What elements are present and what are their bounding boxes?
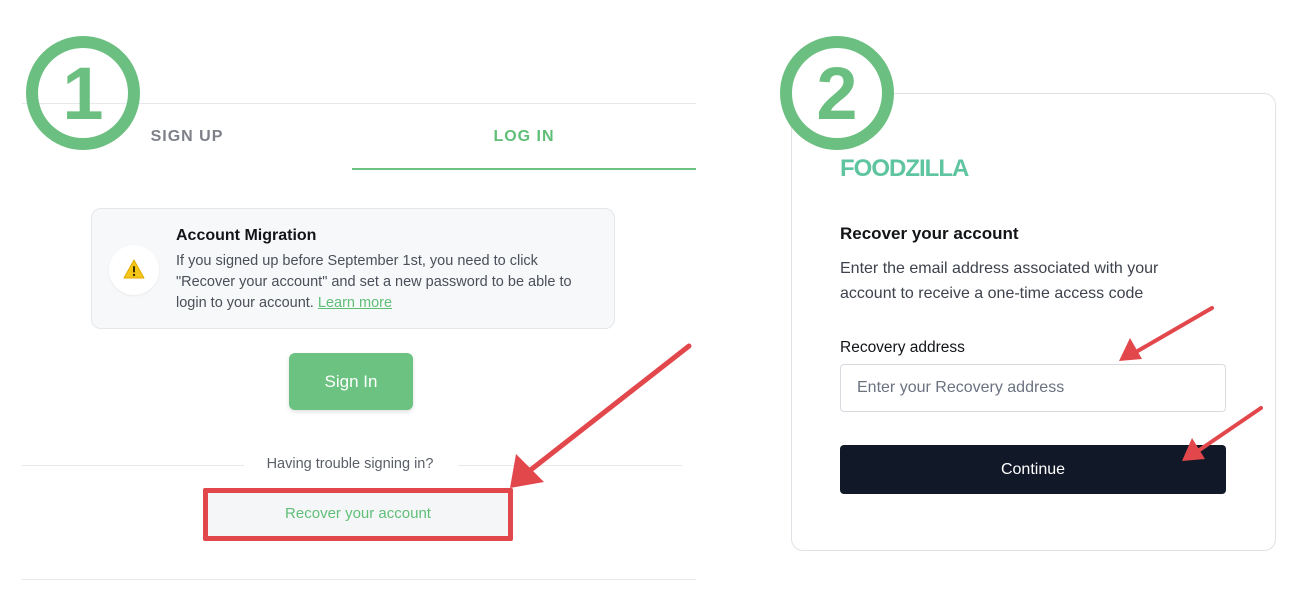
warning-icon — [109, 245, 159, 295]
recover-title: Recover your account — [840, 224, 1019, 243]
tab-log-in[interactable]: LOG IN — [352, 128, 696, 146]
learn-more-link[interactable]: Learn more — [318, 295, 392, 311]
account-migration-notice: Account Migration If you signed up befor… — [91, 208, 615, 329]
step-one-number: 1 — [62, 52, 103, 135]
sign-in-button[interactable]: Sign In — [289, 353, 413, 410]
bottom-divider — [22, 579, 696, 580]
notice-body: If you signed up before September 1st, y… — [176, 251, 601, 314]
trouble-divider-right — [458, 465, 682, 466]
recover-description: Enter the email address associated with … — [840, 260, 1159, 302]
recovery-address-input[interactable] — [840, 364, 1226, 412]
annotation-highlight-box — [203, 488, 513, 541]
continue-button[interactable]: Continue — [840, 445, 1226, 494]
step-two-badge: 2 — [779, 35, 895, 151]
trouble-signing-in-text: Having trouble signing in? — [250, 456, 450, 472]
arrow-to-recover-button — [510, 343, 692, 488]
active-tab-indicator — [352, 168, 696, 170]
step-two-number: 2 — [816, 52, 857, 135]
trouble-divider-left — [22, 465, 244, 466]
notice-title: Account Migration — [176, 227, 317, 244]
brand-logo: FOODZILLA — [840, 155, 969, 182]
recovery-address-label: Recovery address — [840, 339, 965, 356]
step-one-badge: 1 — [25, 35, 141, 151]
